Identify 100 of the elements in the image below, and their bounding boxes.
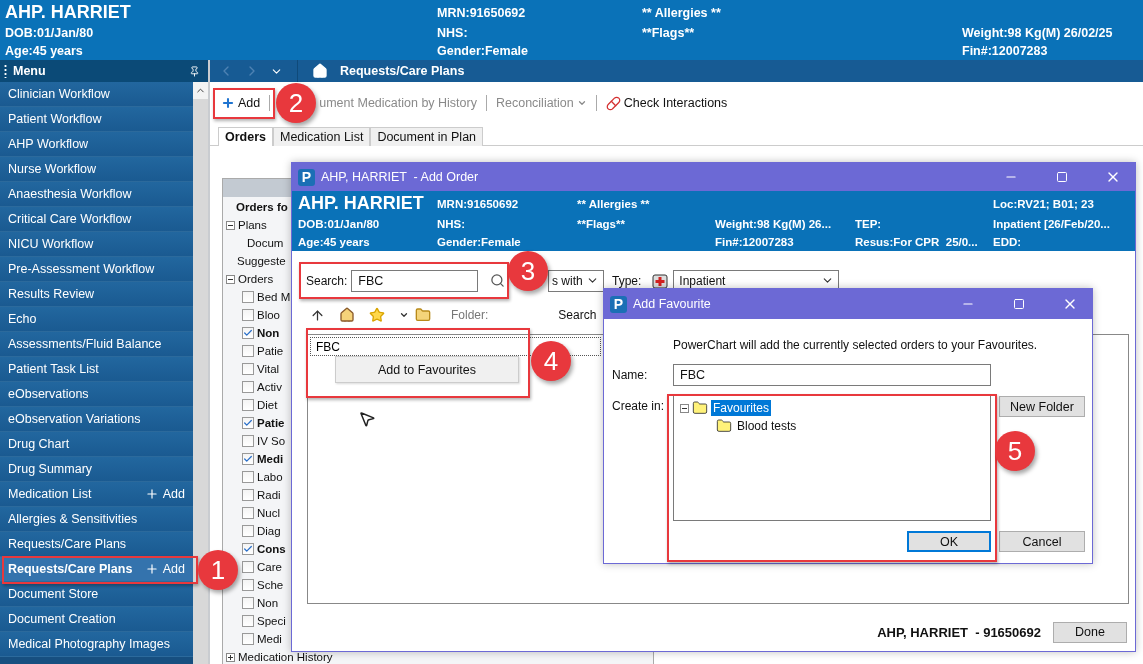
checkbox[interactable] (242, 363, 254, 375)
search-mode-select[interactable]: s with (548, 269, 604, 292)
tree-item[interactable]: IV So (257, 435, 286, 447)
checkbox[interactable] (242, 309, 254, 321)
up-folder-icon[interactable] (310, 307, 325, 323)
tree-item[interactable]: Sche (257, 579, 284, 591)
checkbox[interactable] (242, 435, 254, 447)
tree-item[interactable]: Vital (257, 363, 280, 375)
dialog-button[interactable]: Cancel (999, 531, 1085, 552)
toolbar-button[interactable]: Add (218, 96, 264, 110)
tree-item[interactable]: Patie (257, 417, 285, 429)
tree-item[interactable]: Docum (247, 237, 284, 249)
tab[interactable]: Orders (218, 127, 273, 146)
menu-item[interactable]: eObservation Variations (0, 407, 193, 432)
menu-item[interactable]: Assessments/Fluid Balance (0, 332, 193, 357)
folder-item[interactable]: Favourites (711, 400, 772, 416)
context-menu-item[interactable]: Add to Favourites (335, 356, 519, 383)
done-button[interactable]: Done (1053, 621, 1127, 643)
menu-item[interactable]: Pre-Assessment Workflow (0, 257, 193, 282)
tree-item[interactable]: Labo (257, 471, 283, 483)
tab[interactable]: Document in Plan (370, 127, 484, 146)
tree-item[interactable]: Medication History (238, 651, 333, 663)
home-icon[interactable] (339, 307, 355, 323)
checkbox[interactable] (242, 525, 254, 537)
caret-icon[interactable] (399, 310, 409, 320)
toolbar-button[interactable]: Check Interactions (602, 95, 731, 111)
tree-item[interactable]: Bloo (257, 309, 281, 321)
checkbox[interactable] (242, 597, 254, 609)
menu-item[interactable]: Requests/Care Plans (0, 532, 193, 557)
checkbox[interactable] (242, 579, 254, 591)
tree-item[interactable]: Non (257, 327, 280, 339)
tree-item[interactable]: Cons (257, 543, 286, 555)
collapse-icon[interactable] (226, 220, 235, 230)
pin-icon[interactable] (189, 65, 200, 77)
tree-item[interactable]: Diet (257, 399, 278, 411)
checkbox[interactable] (242, 471, 254, 483)
checkbox[interactable] (242, 381, 254, 393)
tree-item[interactable]: Suggeste (237, 255, 286, 267)
checkbox[interactable] (242, 291, 254, 303)
menu-item[interactable]: Allergies & Sensitivities (0, 507, 193, 532)
tree-item[interactable]: Patie (257, 345, 284, 357)
menu-item[interactable]: Requests/Care Plans Add (0, 557, 193, 582)
menu-item[interactable]: Echo (0, 307, 193, 332)
menu-item[interactable]: Medication List Add (0, 482, 193, 507)
menu-item[interactable]: AHP Workflow (0, 132, 193, 157)
checkbox[interactable] (242, 543, 254, 555)
add-link[interactable]: Add (144, 562, 185, 576)
tree-item[interactable]: Diag (257, 525, 281, 537)
tree-item[interactable]: Medi (257, 453, 284, 465)
tree-item[interactable]: Medi (257, 633, 282, 645)
tree-item[interactable]: Care (257, 561, 282, 573)
folder-item[interactable]: Blood tests (735, 418, 799, 434)
tree-item[interactable]: Radi (257, 489, 281, 501)
menu-item[interactable]: eObservations (0, 382, 193, 407)
menu-item[interactable]: Document Creation (0, 607, 193, 632)
menu-item[interactable]: Medical Photography Images (0, 632, 193, 657)
search-icon[interactable] (490, 273, 506, 288)
folder-icon[interactable] (415, 307, 431, 323)
menu-item[interactable]: Critical Care Workflow (0, 207, 193, 232)
tree-item[interactable]: Orders (238, 273, 274, 285)
tree-item[interactable]: Nucl (257, 507, 280, 519)
scrollbar[interactable] (193, 82, 208, 664)
checkbox[interactable] (242, 417, 254, 429)
menu-item[interactable]: NICU Workflow (0, 232, 193, 257)
menu-item[interactable]: Results Review (0, 282, 193, 307)
expand-icon[interactable] (226, 652, 235, 662)
checkbox[interactable] (242, 615, 254, 627)
menu-item[interactable]: Patient Workflow (0, 107, 193, 132)
search-field[interactable]: FBC (351, 269, 479, 292)
dialog-button[interactable]: New Folder (999, 396, 1085, 417)
tree-item[interactable]: Non (257, 597, 279, 609)
dialog-button[interactable]: OK (907, 531, 991, 552)
scroll-up-button[interactable] (193, 82, 208, 99)
menu-item[interactable]: Patient Task List (0, 357, 193, 382)
menu-item[interactable]: Nurse Workflow (0, 157, 193, 182)
checkbox[interactable] (242, 345, 254, 357)
plus-icon (144, 487, 159, 501)
tree-item[interactable]: Speci (257, 615, 286, 627)
collapse-icon[interactable] (226, 274, 235, 284)
checkbox[interactable] (242, 507, 254, 519)
menu-item[interactable]: Document Store (0, 582, 193, 607)
menu-item[interactable]: Clinician Workflow (0, 82, 193, 107)
patient-detail: EDD: (993, 236, 1023, 248)
tree-item[interactable]: Activ (257, 381, 282, 393)
tab[interactable]: Medication List (273, 127, 371, 146)
add-link[interactable]: Add (144, 487, 185, 501)
checkbox[interactable] (242, 399, 254, 411)
checkbox[interactable] (242, 453, 254, 465)
tree-item[interactable]: Plans (238, 219, 267, 231)
checkbox[interactable] (242, 327, 254, 339)
menu-item[interactable]: Drug Summary (0, 457, 193, 482)
menu-item[interactable]: Drug Chart (0, 432, 193, 457)
collapse-icon[interactable] (680, 403, 689, 413)
checkbox[interactable] (242, 489, 254, 501)
checkbox[interactable] (242, 561, 254, 573)
star-icon[interactable] (369, 307, 385, 323)
name-field[interactable]: FBC (673, 364, 991, 386)
tree-item[interactable]: Bed M (257, 291, 291, 303)
checkbox[interactable] (242, 633, 254, 645)
menu-item[interactable]: Anaesthesia Workflow (0, 182, 193, 207)
